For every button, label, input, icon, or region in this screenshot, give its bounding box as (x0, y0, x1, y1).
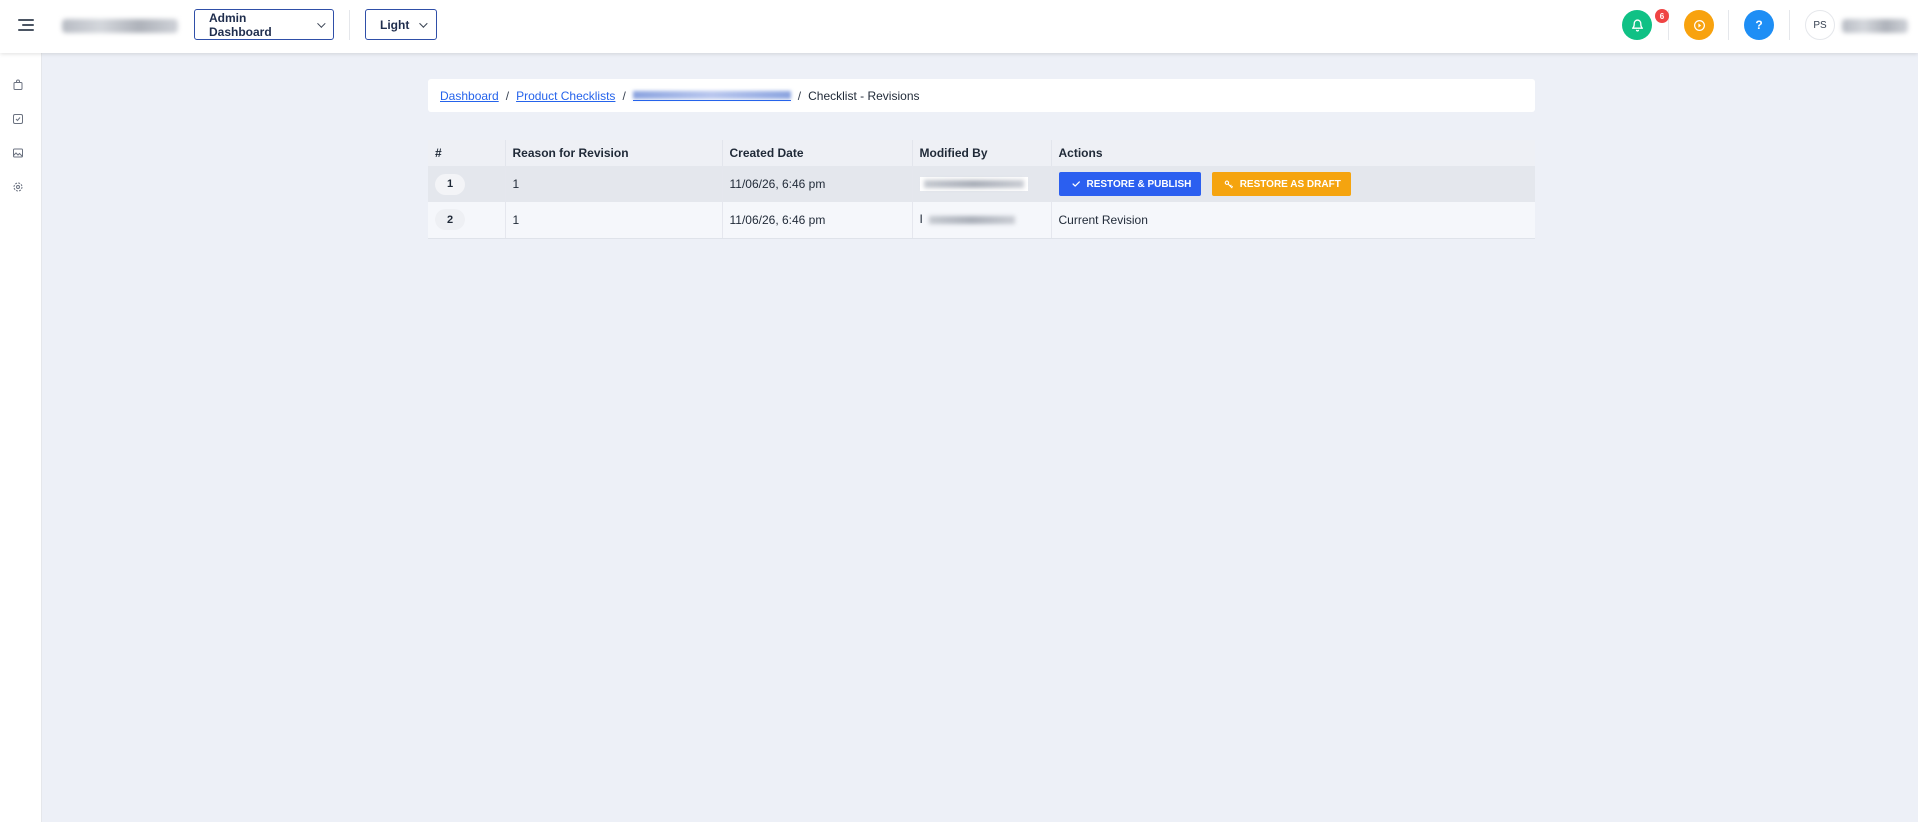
bell-icon (1631, 19, 1643, 32)
key-icon (1224, 180, 1233, 189)
divider (1728, 10, 1729, 40)
workspace-select-label: Admin Dashboard (209, 10, 272, 39)
breadcrumb-checklist-name[interactable] (632, 90, 791, 101)
restore-publish-button[interactable]: Restore & Publish (1058, 172, 1202, 196)
breadcrumb: Dashboard / Product Checklists / / Check… (428, 79, 1535, 112)
image-icon[interactable] (12, 147, 24, 159)
checklist-icon[interactable] (12, 113, 24, 125)
revision-created-date: 11/06/26, 6:46 pm (721, 166, 912, 202)
restore-publish-label: Restore & Publish (1086, 178, 1192, 190)
breadcrumb-dashboard[interactable]: Dashboard (440, 89, 499, 103)
theme-select[interactable]: Light (365, 9, 437, 40)
help-button[interactable]: ? (1744, 10, 1774, 40)
divider (349, 10, 350, 40)
chevron-down-icon (419, 18, 428, 28)
breadcrumb-product-checklists[interactable]: Product Checklists (516, 89, 615, 103)
restore-draft-label: Restore as Draft (1239, 178, 1341, 190)
revision-number: 1 (435, 173, 465, 195)
app-logo[interactable] (62, 19, 178, 33)
breadcrumb-current: Checklist - Revisions (808, 88, 920, 103)
column-header-reason: Reason for Revision (504, 140, 722, 166)
user-name[interactable] (1842, 19, 1908, 33)
breadcrumb-separator: / (622, 88, 626, 103)
theme-select-label: Light (380, 17, 410, 32)
table-header-row: # Reason for Revision Created Date Modif… (428, 140, 1535, 166)
revision-reason: 1 (504, 166, 722, 202)
modified-by-name (919, 177, 1028, 192)
modified-by-initial: I (919, 212, 923, 227)
breadcrumb-separator: / (505, 88, 510, 103)
restore-draft-button[interactable]: Restore as Draft (1211, 172, 1351, 196)
check-icon (1071, 181, 1080, 187)
chevron-down-icon (317, 18, 326, 28)
gear-icon[interactable] (12, 181, 24, 193)
modified-by-name (925, 213, 1019, 227)
notification-badge: 6 (1655, 9, 1669, 23)
avatar[interactable]: PS (1805, 10, 1835, 40)
revision-status: Current Revision (1050, 202, 1535, 239)
table-row: 1 1 11/06/26, 6:46 pm Restore & Publish … (428, 166, 1535, 202)
top-bar: Admin Dashboard Light 6 ? PS (0, 0, 1918, 53)
revision-created-date: 11/06/26, 6:46 pm (721, 202, 912, 239)
workspace-select[interactable]: Admin Dashboard (194, 9, 334, 40)
column-header-actions: Actions (1050, 140, 1535, 166)
divider (1789, 10, 1790, 40)
sidebar (0, 53, 42, 822)
column-header-created: Created Date (721, 140, 912, 166)
column-header-modified: Modified By (911, 140, 1051, 166)
notifications-button[interactable] (1622, 10, 1652, 40)
revisions-table: # Reason for Revision Created Date Modif… (428, 140, 1535, 239)
breadcrumb-separator: / (797, 88, 802, 103)
coin-icon (1693, 19, 1705, 31)
column-header-number: # (428, 140, 505, 166)
revision-reason: 1 (504, 202, 722, 239)
menu-icon[interactable] (16, 16, 34, 34)
revision-number: 2 (435, 209, 465, 231)
table-row: 2 1 11/06/26, 6:46 pm I Current Revision (428, 202, 1535, 239)
question-icon: ? (1755, 18, 1763, 32)
bag-icon[interactable] (12, 79, 24, 91)
coins-button[interactable] (1684, 10, 1714, 40)
